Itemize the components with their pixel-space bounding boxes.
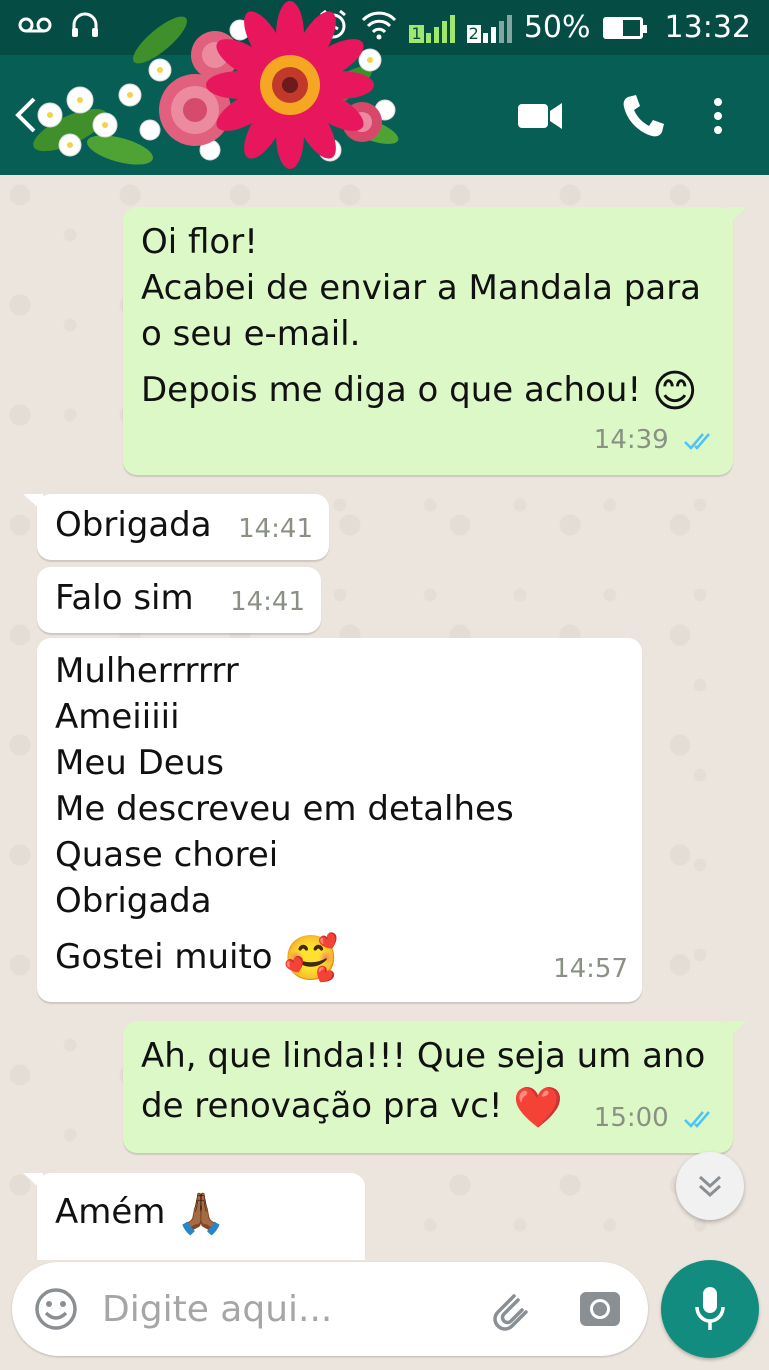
- incoming-message[interactable]: Falo sim 14:41: [37, 567, 321, 633]
- emoji-icon[interactable]: [34, 1287, 78, 1331]
- scroll-to-bottom-button[interactable]: [676, 1152, 744, 1220]
- video-call-icon[interactable]: [516, 91, 564, 141]
- more-options-icon[interactable]: [705, 91, 731, 141]
- flower-avatar-image[interactable]: [10, 0, 410, 175]
- incoming-message[interactable]: Amém 🙏🏾: [23, 1173, 365, 1260]
- message-line: Oi flor!: [141, 222, 258, 262]
- sim1-signal-icon: 1: [409, 13, 455, 43]
- smiling-face-hearts-emoji: 🥰: [283, 932, 339, 984]
- bubble-tail: [727, 207, 747, 225]
- message-input[interactable]: [102, 1284, 462, 1334]
- sim2-signal-icon: 2: [466, 13, 512, 43]
- message-line: Amém 🙏🏾: [55, 1189, 347, 1237]
- bubble-tail: [23, 494, 43, 512]
- message-line: Ah, que linda!!! Que seja um ano: [141, 1036, 706, 1076]
- attach-icon[interactable]: [484, 1286, 532, 1334]
- mic-button[interactable]: [661, 1260, 759, 1358]
- chat-area[interactable]: Oi flor! Acabei de enviar a Mandala para…: [0, 175, 769, 1260]
- read-ticks-icon: [684, 432, 710, 450]
- message-line: o seu e-mail.: [141, 314, 361, 354]
- sim1-label: 1: [409, 23, 424, 43]
- message-line: Quase chorei: [55, 835, 279, 875]
- double-chevron-down-icon: [698, 1175, 722, 1198]
- message-timestamp: 15:00: [593, 1103, 669, 1133]
- read-ticks-icon: [684, 1110, 710, 1128]
- bubble-tail: [727, 1021, 747, 1039]
- message-line: Acabei de enviar a Mandala para: [141, 268, 702, 308]
- bubble-tail: [23, 1173, 43, 1191]
- message-line: Obrigada: [55, 881, 212, 921]
- incoming-message[interactable]: Obrigada 14:41: [23, 494, 329, 560]
- folded-hands-emoji: 🙏🏾: [176, 1190, 227, 1237]
- message-timestamp: 14:57: [553, 954, 628, 984]
- red-heart-emoji: ❤️: [513, 1084, 564, 1131]
- message-line: Meu Deus: [55, 743, 224, 783]
- message-timestamp: 14:41: [230, 587, 305, 617]
- camera-icon[interactable]: [578, 1288, 622, 1330]
- message-line: Ameiiiii: [55, 697, 180, 737]
- message-line: Depois me diga o que achou! 😊: [141, 367, 715, 415]
- outgoing-message[interactable]: Oi flor! Acabei de enviar a Mandala para…: [123, 207, 747, 475]
- outgoing-message[interactable]: Ah, que linda!!! Que seja um ano de reno…: [123, 1021, 747, 1153]
- microphone-icon: [695, 1287, 725, 1330]
- message-line-text: Gostei muito: [55, 937, 273, 977]
- message-time: 15:00: [594, 1095, 715, 1141]
- battery-percent: 50%: [523, 10, 591, 45]
- phone-icon[interactable]: [620, 91, 666, 141]
- clock: 13:32: [664, 10, 751, 45]
- message-line-text: de renovação pra vc!: [141, 1086, 503, 1126]
- message-timestamp: 14:39: [593, 425, 669, 455]
- message-time: 14:39: [594, 417, 715, 463]
- smiling-face-emoji: 😊: [651, 365, 698, 417]
- message-composer: [12, 1262, 648, 1356]
- incoming-message[interactable]: Mulherrrrrr Ameiiiii Meu Deus Me descrev…: [37, 638, 642, 1002]
- sim2-label: 2: [466, 23, 481, 43]
- message-line: Mulherrrrrr: [55, 651, 239, 691]
- message-line-text: Depois me diga o que achou!: [141, 370, 642, 410]
- message-timestamp: 14:41: [238, 514, 313, 544]
- message-line: Gostei muito 🥰: [55, 934, 624, 982]
- message-line: Me descreveu em detalhes: [55, 789, 514, 829]
- message-line-text: Amém: [55, 1192, 166, 1232]
- battery-icon: [602, 16, 647, 39]
